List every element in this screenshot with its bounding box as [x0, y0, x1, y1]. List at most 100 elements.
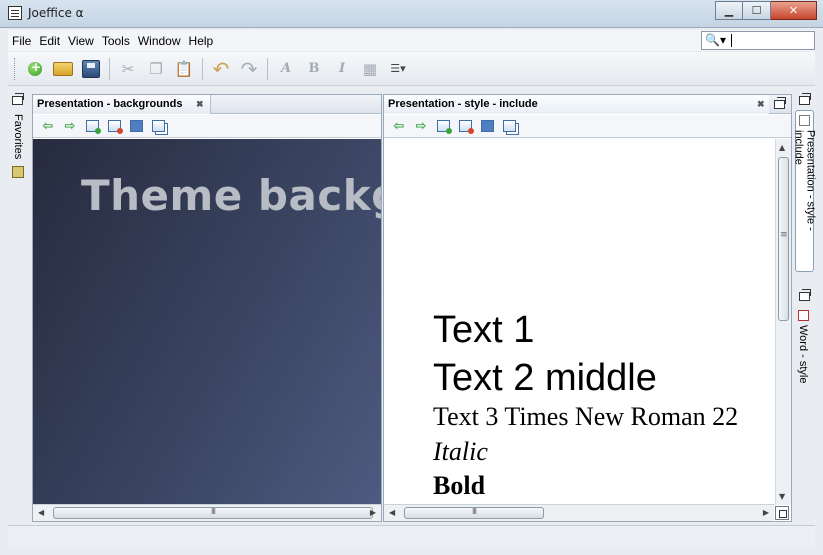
fullscreen-icon [480, 120, 494, 132]
side-tab-word-style[interactable]: Word - style [797, 310, 809, 388]
scroll-right-icon[interactable]: ▶ [370, 508, 376, 517]
delete-slide-button[interactable] [454, 117, 476, 135]
paste-button[interactable]: 📋 [170, 56, 198, 82]
fullscreen-button[interactable] [476, 117, 498, 135]
menu-help[interactable]: Help [185, 34, 218, 48]
toolbar-grip[interactable] [14, 57, 17, 80]
slide-canvas[interactable]: Theme backg [33, 139, 381, 505]
close-button[interactable]: ✕ [771, 1, 817, 20]
menu-window[interactable]: Window [134, 34, 185, 48]
side-tab-presentation-style-include[interactable]: Presentation - style - include [792, 110, 817, 272]
scroll-thumb[interactable] [53, 507, 373, 519]
slide-text-italic: Italic [433, 437, 488, 466]
slides-overview-icon [502, 120, 516, 132]
restore-icon[interactable] [12, 93, 24, 105]
slides-overview-icon [151, 120, 165, 132]
favorites-tab[interactable]: Favorites [12, 114, 24, 160]
table-button[interactable]: ▦ [356, 56, 384, 82]
tab-presentation-style-include[interactable]: Presentation - style - include ✖ [384, 95, 769, 114]
font-button[interactable]: A [272, 56, 300, 82]
left-side-strip: Favorites [8, 92, 30, 522]
horizontal-scrollbar[interactable]: ◀ ▶ [33, 504, 381, 521]
style-include-panel: Presentation - style - include ✖ ⇦ ⇨ Tex… [383, 94, 792, 522]
maximize-button[interactable]: ☐ [743, 1, 771, 20]
menu-view[interactable]: View [64, 34, 98, 48]
maximize-panel-icon[interactable] [774, 97, 786, 109]
delete-slide-icon [107, 120, 123, 134]
scroll-left-icon[interactable]: ◀ [38, 508, 44, 517]
menu-file[interactable]: File [8, 34, 35, 48]
tab-close-icon[interactable]: ✖ [196, 99, 204, 110]
scroll-down-icon[interactable]: ▼ [779, 492, 785, 501]
side-tab-label: Word - style [797, 325, 809, 384]
vertical-scrollbar[interactable]: ▲ ▼ [775, 139, 791, 505]
tab-close-icon[interactable]: ✖ [757, 99, 765, 110]
next-slide-button[interactable]: ⇨ [59, 117, 81, 135]
slides-overview-button[interactable] [498, 117, 520, 135]
cut-button[interactable]: ✂ [114, 56, 142, 82]
menu-tools[interactable]: Tools [98, 34, 134, 48]
slides-overview-button[interactable] [147, 117, 169, 135]
previous-slide-button[interactable]: ⇦ [37, 117, 59, 135]
delete-slide-icon [458, 120, 474, 134]
scroll-thumb[interactable] [404, 507, 544, 519]
app-icon [8, 6, 22, 20]
slide-canvas[interactable]: Text 1 Text 2 middle Text 3 Times New Ro… [384, 139, 774, 505]
scroll-left-icon[interactable]: ◀ [389, 508, 395, 517]
search-box[interactable]: 🔍▾ [701, 31, 815, 50]
undo-button[interactable]: ↶ [207, 56, 235, 82]
restore-icon[interactable] [799, 289, 811, 301]
save-button[interactable] [77, 56, 105, 82]
italic-button[interactable]: I [328, 56, 356, 82]
slide-text-3: Text 3 Times New Roman 22 [433, 402, 739, 431]
previous-slide-button[interactable]: ⇦ [388, 117, 410, 135]
scroll-up-icon[interactable]: ▲ [779, 143, 785, 152]
copy-button[interactable]: ❐ [142, 56, 170, 82]
redo-button[interactable]: ↷ [235, 56, 263, 82]
window-titlebar: Joeffice α ▁ ☐ ✕ [0, 0, 823, 28]
add-slide-button[interactable] [432, 117, 454, 135]
scroll-right-icon[interactable]: ▶ [763, 508, 769, 517]
align-dropdown[interactable]: ☰▾ [384, 56, 412, 82]
slide-toolbar: ⇦ ⇨ [384, 115, 791, 138]
delete-slide-button[interactable] [103, 117, 125, 135]
corner-navigator-button[interactable] [775, 506, 789, 520]
new-icon [28, 60, 42, 76]
toolbar-separator [202, 57, 203, 80]
presentation-icon [799, 115, 810, 126]
window-controls: ▁ ☐ ✕ [715, 1, 817, 20]
side-tab-label: Presentation - style - include [792, 129, 817, 231]
status-bar [8, 525, 815, 547]
open-button[interactable] [49, 56, 77, 82]
new-button[interactable] [21, 56, 49, 82]
tab-label: Presentation - style - include [388, 98, 538, 110]
restore-icon[interactable] [799, 93, 811, 105]
menu-bar: File Edit View Tools Window Help 🔍▾ [8, 30, 815, 51]
search-input[interactable] [728, 33, 812, 48]
slide-text-bold: Bold [433, 471, 486, 500]
bold-button[interactable]: B [300, 56, 328, 82]
scroll-thumb[interactable] [778, 157, 789, 321]
word-document-icon [797, 310, 809, 321]
toolbar-separator [109, 57, 110, 80]
slide-title: Theme backg [81, 171, 381, 220]
fullscreen-button[interactable] [125, 117, 147, 135]
panel-tab-row: Presentation - style - include ✖ [384, 95, 791, 114]
save-icon [82, 59, 100, 78]
main-toolbar: ✂ ❐ 📋 ↶ ↷ A B I ▦ ☰▾ [8, 52, 815, 86]
slide-text-1: Text 1 [433, 309, 535, 351]
slide-toolbar: ⇦ ⇨ [33, 115, 381, 138]
tab-presentation-backgrounds[interactable]: Presentation - backgrounds ✖ [33, 95, 211, 114]
panel-tab-row: Presentation - backgrounds ✖ [33, 95, 381, 114]
minimize-button[interactable]: ▁ [715, 1, 743, 20]
add-slide-icon [85, 120, 101, 134]
horizontal-scrollbar[interactable]: ◀ ▶ [384, 504, 774, 521]
tab-label: Presentation - backgrounds [37, 98, 183, 110]
next-slide-button[interactable]: ⇨ [410, 117, 432, 135]
right-side-strip: Presentation - style - include Word - st… [792, 92, 817, 522]
backgrounds-panel: Presentation - backgrounds ✖ ⇦ ⇨ Theme b… [32, 94, 382, 522]
search-icon[interactable]: 🔍▾ [705, 33, 726, 47]
add-slide-button[interactable] [81, 117, 103, 135]
menu-edit[interactable]: Edit [35, 34, 64, 48]
favorites-icon[interactable] [12, 166, 24, 178]
